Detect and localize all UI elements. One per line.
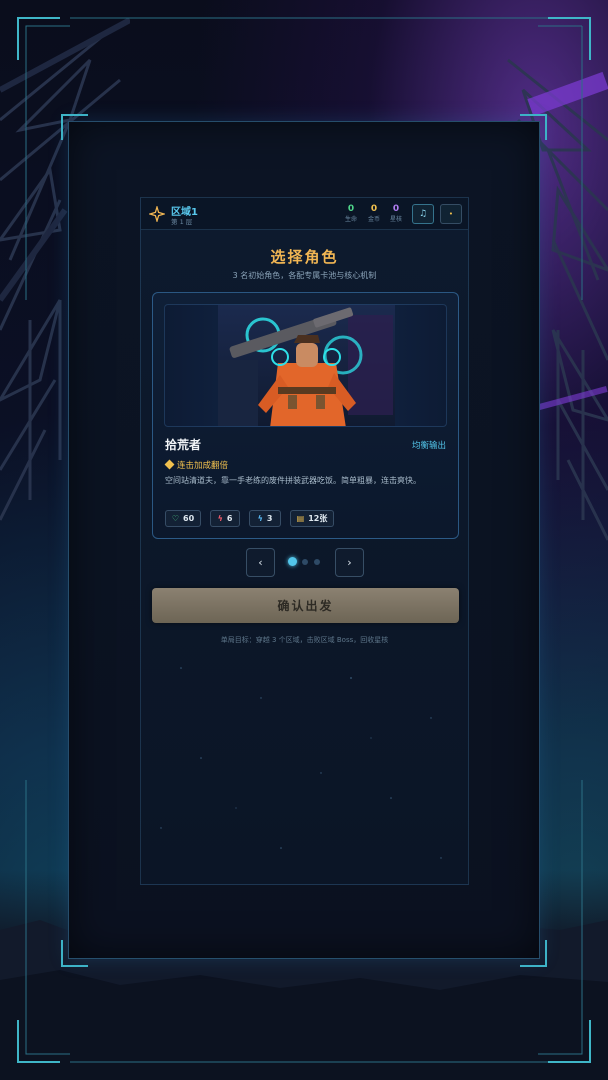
stat-gold-label: 金币 — [367, 216, 380, 223]
settings-button[interactable]: • — [440, 204, 462, 224]
stat-hp-label: 生命 — [344, 216, 357, 223]
stat-gold-value: 0 — [370, 204, 378, 214]
stat-star-core-value: 0 — [392, 204, 400, 214]
carousel-dot-3[interactable] — [314, 559, 320, 565]
page-subtitle: 3 名初始角色，各配专属卡池与核心机制 — [232, 271, 377, 280]
character-trait-text: 连击加成翻倍 — [177, 461, 229, 471]
stat-chip-power-value: 6 — [226, 514, 233, 523]
carousel-dot-2[interactable] — [302, 559, 308, 565]
stat-chip-energy-value: 3 — [266, 514, 273, 523]
top-status-bar: 区域1 第 1 层 0 生命 0 金币 0 星核 ♫ • — [141, 198, 468, 230]
heart-icon: ♡ — [171, 514, 180, 523]
character-name: 拾荒者 — [165, 438, 202, 452]
character-trait: 连击加成翻倍 — [164, 459, 229, 471]
music-toggle-button[interactable]: ♫ — [412, 204, 434, 224]
chevron-right-icon: › — [347, 556, 352, 569]
stat-hp-value: 0 — [347, 204, 355, 214]
diamond-icon — [164, 459, 175, 470]
stat-star-core: 0 星核 — [386, 204, 406, 224]
next-character-button[interactable]: › — [335, 548, 364, 577]
page-title: 选择角色 — [270, 248, 339, 266]
stat-star-core-label: 星核 — [389, 216, 402, 223]
character-role: 均衡输出 — [411, 441, 446, 451]
sparkle-icon — [149, 206, 165, 222]
character-select-panel: 区域1 第 1 层 0 生命 0 金币 0 星核 ♫ • 选择角色 3 名初始角… — [140, 197, 469, 885]
music-note-icon: ♫ — [418, 209, 428, 219]
confirm-depart-button[interactable]: 确认出发 — [152, 588, 459, 623]
stat-hp: 0 生命 — [341, 204, 361, 224]
card-deck-icon: ▤ — [296, 514, 305, 523]
stat-gold: 0 金币 — [364, 204, 384, 224]
portrait-frame — [164, 304, 447, 427]
stat-chip-health: ♡ 60 — [165, 510, 201, 527]
stat-chip-energy: ϟ 3 — [249, 510, 281, 527]
stat-chip-power: ϟ 6 — [210, 510, 240, 527]
stat-chip-deck-value: 12张 — [308, 514, 328, 523]
stat-chip-deck: ▤ 12张 — [290, 510, 334, 527]
zone-floor: 第 1 层 — [171, 218, 193, 226]
character-description: 空间站清道夫，靠一手老练的废件拼装武器吃饭。简单粗暴，连击爽快。 — [165, 476, 421, 485]
energy-icon: ϟ — [257, 514, 263, 523]
stat-chip-health-value: 60 — [183, 514, 195, 523]
carousel-dot-1[interactable] — [288, 557, 297, 566]
character-card[interactable]: 拾荒者 均衡输出 连击加成翻倍 空间站清道夫，靠一手老练的废件拼装武器吃饭。简单… — [152, 292, 459, 539]
dot-icon: • — [448, 210, 454, 218]
prev-character-button[interactable]: ‹ — [246, 548, 275, 577]
run-goal-text: 单局目标：穿越 3 个区域，击败区域 Boss，回收星核 — [220, 636, 389, 644]
chevron-left-icon: ‹ — [258, 556, 263, 569]
power-icon: ϟ — [217, 514, 223, 523]
character-portrait — [218, 305, 395, 426]
